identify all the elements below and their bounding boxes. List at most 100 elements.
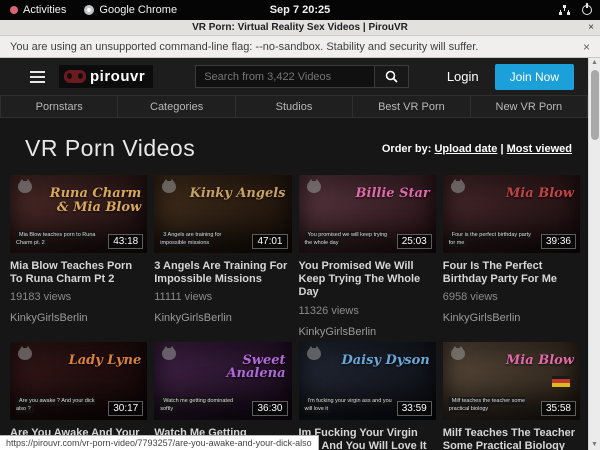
infobar-message: You are using an unsupported command-lin…	[10, 41, 478, 53]
thumbnail-overlay-caption: Watch me getting dominated softly	[160, 397, 247, 414]
order-upload-date-link[interactable]: Upload date	[434, 143, 497, 155]
page-title: VR Porn Videos	[25, 135, 195, 162]
login-link[interactable]: Login	[447, 69, 479, 84]
hamburger-menu-icon[interactable]	[30, 68, 45, 86]
thumbnail-overlay-caption: Mia Blow teaches porn to Runa Charm pt. …	[16, 231, 103, 248]
duration-badge: 43:18	[108, 234, 143, 249]
thumbnail-overlay-caption: 3 Angels are training for impossible mis…	[160, 231, 247, 248]
clock[interactable]: Sep 7 20:25	[0, 4, 600, 16]
order-most-viewed-link[interactable]: Most viewed	[507, 143, 572, 155]
studio-watermark-icon	[307, 179, 323, 193]
video-views: 11326 views	[299, 305, 436, 317]
video-studio-link[interactable]: KinkyGirlsBerlin	[10, 312, 147, 324]
studio-watermark-icon	[307, 346, 323, 360]
video-card[interactable]: Mia Blow Milf teaches the teacher some p…	[443, 342, 580, 450]
video-title[interactable]: Milf Teaches The Teacher Some Practical …	[443, 427, 580, 450]
thumbnail-overlay-caption: I'm fucking your virgin ass and you will…	[305, 397, 392, 414]
duration-badge: 47:01	[252, 234, 287, 249]
network-icon[interactable]	[559, 5, 570, 15]
duration-badge: 35:58	[541, 401, 576, 416]
studio-watermark-icon	[162, 346, 178, 360]
order-by-label: Order by:	[382, 143, 432, 155]
duration-badge: 30:17	[108, 401, 143, 416]
thumbnail-overlay-caption: Are you awake ? And your dick also ?	[16, 397, 103, 414]
studio-watermark-icon	[18, 346, 34, 360]
video-studio-link[interactable]: KinkyGirlsBerlin	[443, 312, 580, 324]
video-views: 19183 views	[10, 291, 147, 303]
german-flag-icon	[552, 376, 570, 387]
studio-watermark-icon	[162, 179, 178, 193]
video-title[interactable]: Four Is The Perfect Birthday Party For M…	[443, 260, 580, 286]
video-title[interactable]: You Promised We Will Keep Trying The Who…	[299, 260, 436, 300]
search-button[interactable]	[375, 65, 409, 88]
system-top-bar: Activities Google Chrome Sep 7 20:25	[0, 0, 600, 20]
video-thumbnail[interactable]: Billie Star You promised we will keep tr…	[299, 175, 436, 253]
thumbnail-overlay-name: Daisy Dyson	[334, 354, 430, 368]
scroll-up-icon[interactable]: ▲	[591, 58, 598, 68]
video-card[interactable]: Daisy Dyson I'm fucking your virgin ass …	[299, 342, 436, 450]
video-card[interactable]: Mia Blow Four is the perfect birthday pa…	[443, 175, 580, 338]
thumbnail-overlay-name: Billie Star	[334, 187, 430, 201]
video-thumbnail[interactable]: Lady Lyne Are you awake ? And your dick …	[10, 342, 147, 420]
status-url-bubble: https://pirouvr.com/vr-porn-video/779325…	[0, 435, 319, 450]
video-title[interactable]: Mia Blow Teaches Porn To Runa Charm Pt 2	[10, 260, 147, 286]
studio-watermark-icon	[451, 179, 467, 193]
video-card[interactable]: Kinky Angels 3 Angels are training for i…	[154, 175, 291, 338]
nav-item-best-vr-porn[interactable]: Best VR Porn	[353, 95, 470, 118]
page-heading-row: VR Porn Videos Order by: Upload date | M…	[0, 118, 588, 175]
video-thumbnail[interactable]: Kinky Angels 3 Angels are training for i…	[154, 175, 291, 253]
video-thumbnail[interactable]: Runa Charm & Mia Blow Mia Blow teaches p…	[10, 175, 147, 253]
thumbnail-overlay-name: Lady Lyne	[45, 354, 141, 368]
video-card[interactable]: Billie Star You promised we will keep tr…	[299, 175, 436, 338]
tab-close-icon[interactable]: ×	[588, 22, 594, 33]
search-input[interactable]	[195, 65, 375, 88]
nav-item-studios[interactable]: Studios	[236, 95, 353, 118]
video-title[interactable]: 3 Angels Are Training For Impossible Mis…	[154, 260, 291, 286]
video-views: 11111 views	[154, 291, 291, 303]
search-icon	[385, 70, 398, 83]
nav-item-categories[interactable]: Categories	[118, 95, 235, 118]
site-logo-text: pirouvr	[90, 68, 145, 85]
browser-tab-bar: VR Porn: Virtual Reality Sex Videos | Pi…	[0, 20, 600, 36]
thumbnail-overlay-name: Runa Charm & Mia Blow	[45, 187, 141, 214]
thumbnail-overlay-name: Mia Blow	[478, 187, 574, 201]
web-page: pirouvr Login Join Now PornstarsCategori…	[0, 58, 588, 450]
scroll-down-icon[interactable]: ▼	[591, 440, 598, 450]
scrollbar-thumb[interactable]	[591, 70, 599, 140]
nav-item-new-vr-porn[interactable]: New VR Porn	[471, 95, 588, 118]
duration-badge: 39:36	[541, 234, 576, 249]
video-thumbnail[interactable]: Mia Blow Milf teaches the teacher some p…	[443, 342, 580, 420]
duration-badge: 25:03	[397, 234, 432, 249]
video-studio-link[interactable]: KinkyGirlsBerlin	[154, 312, 291, 324]
join-now-button[interactable]: Join Now	[495, 64, 574, 90]
thumbnail-overlay-caption: Milf teaches the teacher some practical …	[449, 397, 536, 414]
thumbnail-overlay-name: Sweet Analena	[189, 354, 285, 381]
infobar-close-icon[interactable]: ×	[583, 40, 590, 54]
duration-badge: 33:59	[397, 401, 432, 416]
screen: Activities Google Chrome Sep 7 20:25 VR …	[0, 0, 600, 450]
tab-title[interactable]: VR Porn: Virtual Reality Sex Videos | Pi…	[192, 22, 408, 33]
video-title[interactable]: Im Fucking Your Virgin Ass And You Will …	[299, 427, 436, 450]
video-thumbnail[interactable]: Sweet Analena Watch me getting dominated…	[154, 342, 291, 420]
video-studio-link[interactable]: KinkyGirlsBerlin	[299, 326, 436, 338]
video-card[interactable]: Runa Charm & Mia Blow Mia Blow teaches p…	[10, 175, 147, 338]
thumbnail-overlay-name: Mia Blow	[478, 354, 574, 368]
site-header: pirouvr Login Join Now	[0, 58, 588, 95]
order-by: Order by: Upload date | Most viewed	[382, 143, 572, 155]
video-grid: Runa Charm & Mia Blow Mia Blow teaches p…	[0, 175, 588, 450]
video-views: 6958 views	[443, 291, 580, 303]
thumbnail-overlay-name: Kinky Angels	[189, 187, 285, 201]
video-thumbnail[interactable]: Mia Blow Four is the perfect birthday pa…	[443, 175, 580, 253]
browser-scrollbar[interactable]: ▲ ▼	[588, 58, 600, 450]
studio-watermark-icon	[451, 346, 467, 360]
nav-item-pornstars[interactable]: Pornstars	[0, 95, 118, 118]
video-card[interactable]: Sweet Analena Watch me getting dominated…	[154, 342, 291, 450]
studio-watermark-icon	[18, 179, 34, 193]
video-card[interactable]: Lady Lyne Are you awake ? And your dick …	[10, 342, 147, 450]
duration-badge: 36:30	[252, 401, 287, 416]
vr-goggles-icon	[64, 70, 86, 83]
thumbnail-overlay-caption: You promised we will keep trying the who…	[305, 231, 392, 248]
video-thumbnail[interactable]: Daisy Dyson I'm fucking your virgin ass …	[299, 342, 436, 420]
power-icon[interactable]	[582, 5, 592, 15]
site-logo[interactable]: pirouvr	[59, 65, 153, 88]
